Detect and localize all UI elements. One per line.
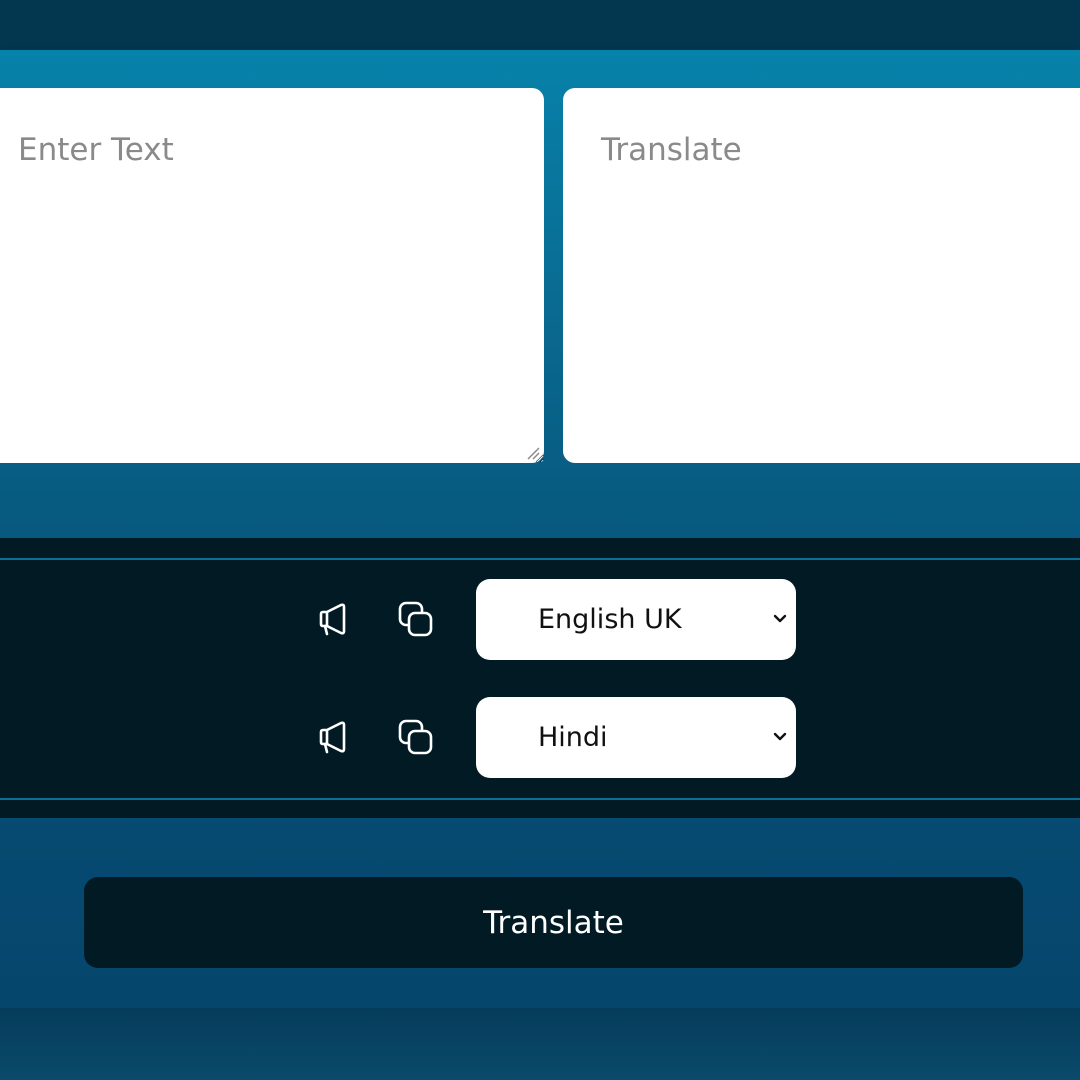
translator-app: English UK Hindi: [0, 0, 1080, 1080]
language-controls: English UK Hindi: [0, 538, 1080, 818]
megaphone-icon: [319, 603, 346, 636]
copy-target-button[interactable]: [392, 714, 440, 762]
megaphone-icon: [319, 721, 346, 754]
translated-text-output[interactable]: [563, 88, 1080, 463]
top-bar: [0, 0, 1080, 50]
speak-target-button[interactable]: [309, 714, 357, 762]
target-language-select[interactable]: Hindi: [476, 697, 796, 778]
speak-source-button[interactable]: [309, 596, 357, 644]
bottom-bar: [0, 1008, 1080, 1080]
copy-icon: [398, 601, 433, 637]
translate-button[interactable]: Translate: [84, 877, 1023, 968]
source-text-input[interactable]: [0, 88, 544, 463]
copy-source-button[interactable]: [392, 596, 440, 644]
divider-bottom: [0, 798, 1080, 800]
source-language-select[interactable]: English UK: [476, 579, 796, 660]
copy-icon: [398, 719, 433, 755]
divider-top: [0, 558, 1080, 560]
